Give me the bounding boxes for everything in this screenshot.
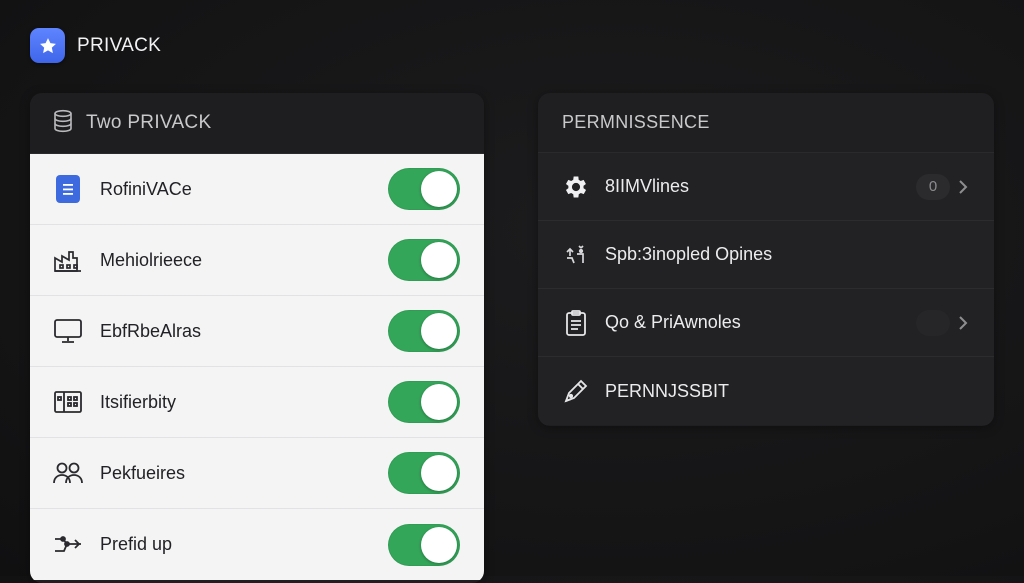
toggle-label: Pekfueires bbox=[100, 462, 186, 483]
toggle-switch[interactable] bbox=[388, 239, 460, 281]
document-icon bbox=[52, 173, 84, 205]
pen-icon bbox=[562, 377, 590, 405]
toggle-row-4[interactable]: Itsifierbity bbox=[30, 367, 484, 438]
chevron-right-icon bbox=[956, 313, 970, 333]
toggle-label: Mehiolrieece bbox=[100, 249, 203, 270]
toggle-switch[interactable] bbox=[388, 168, 460, 210]
chevron-right-icon bbox=[956, 177, 970, 197]
toggle-label: RofiniVACe bbox=[100, 178, 192, 199]
right-panel-header: PERMNISSENCE bbox=[538, 93, 994, 153]
toggle-switch[interactable] bbox=[388, 381, 460, 423]
permission-label: PERNNJSSBIT bbox=[605, 380, 730, 401]
permissions-panel: PERMNISSENCE 8IIMVlines 0 Spb:3inopled O… bbox=[538, 93, 994, 426]
permission-row-1[interactable]: 8IIMVlines 0 bbox=[538, 153, 994, 221]
toggle-row-6[interactable]: Prefid up bbox=[30, 509, 484, 580]
toggle-label: Prefid up bbox=[100, 534, 173, 554]
permission-row-4[interactable]: PERNNJSSBIT bbox=[538, 357, 994, 425]
toggle-row-1[interactable]: RofiniVACe bbox=[30, 154, 484, 225]
network-icon bbox=[52, 529, 84, 561]
building-icon bbox=[52, 386, 84, 418]
toggle-label: Itsifierbity bbox=[100, 391, 177, 412]
share-icon bbox=[562, 241, 590, 269]
toggle-list: RofiniVACe Mehiolrieece EbfRbeAlras Itsi… bbox=[30, 154, 484, 580]
toggle-row-2[interactable]: Mehiolrieece bbox=[30, 225, 484, 296]
count-badge: 0 bbox=[916, 173, 950, 200]
people-icon bbox=[52, 457, 84, 489]
database-icon bbox=[52, 109, 74, 138]
left-panel-header: Two PRIVACK bbox=[30, 93, 484, 154]
permission-label: 8IIMVlines bbox=[605, 176, 690, 196]
gear-icon bbox=[562, 173, 590, 201]
toggle-label: EbfRbeAlras bbox=[100, 320, 202, 341]
toggle-switch[interactable] bbox=[388, 452, 460, 494]
toggle-row-3[interactable]: EbfRbeAlras bbox=[30, 296, 484, 367]
star-icon bbox=[30, 28, 65, 63]
toggle-switch[interactable] bbox=[388, 310, 460, 352]
privacy-toggles-panel: Two PRIVACK RofiniVACe Mehiolrieece EbfR… bbox=[30, 93, 484, 583]
toggle-switch[interactable] bbox=[388, 523, 460, 566]
right-panel-title: PERMNISSENCE bbox=[562, 112, 710, 132]
permission-label: Qo & PriAwnoles bbox=[605, 312, 741, 332]
left-panel-title: Two PRIVACK bbox=[86, 112, 212, 133]
factory-icon bbox=[52, 244, 84, 276]
clipboard-icon bbox=[562, 309, 590, 337]
permission-label: Spb:3inopled Opines bbox=[605, 244, 773, 264]
permission-row-2[interactable]: Spb:3inopled Opines bbox=[538, 221, 994, 289]
monitor-icon bbox=[52, 315, 84, 347]
permission-row-3[interactable]: Qo & PriAwnoles bbox=[538, 289, 994, 357]
app-header: PRIVACK bbox=[30, 28, 161, 63]
empty-badge bbox=[916, 309, 950, 336]
app-title: PRIVACK bbox=[77, 34, 162, 56]
toggle-row-5[interactable]: Pekfueires bbox=[30, 438, 484, 509]
